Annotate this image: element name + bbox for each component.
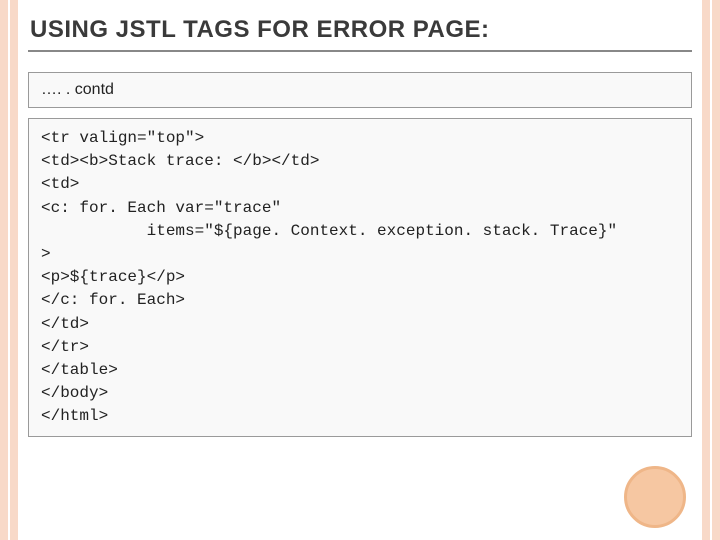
contd-label: …. . contd	[41, 81, 679, 99]
left-stripe-outer	[0, 0, 8, 540]
code-block: <tr valign="top"> <td><b>Stack trace: </…	[41, 127, 679, 428]
right-stripe-outer	[712, 0, 720, 540]
slide-title: USING JSTL TAGS FOR ERROR PAGE:	[28, 16, 692, 52]
code-box: <tr valign="top"> <td><b>Stack trace: </…	[28, 118, 692, 437]
slide-content: USING JSTL TAGS FOR ERROR PAGE: …. . con…	[28, 16, 692, 447]
left-stripe-inner	[10, 0, 18, 540]
decorative-circle-icon	[624, 466, 686, 528]
right-stripe-inner	[702, 0, 710, 540]
contd-box: …. . contd	[28, 72, 692, 108]
